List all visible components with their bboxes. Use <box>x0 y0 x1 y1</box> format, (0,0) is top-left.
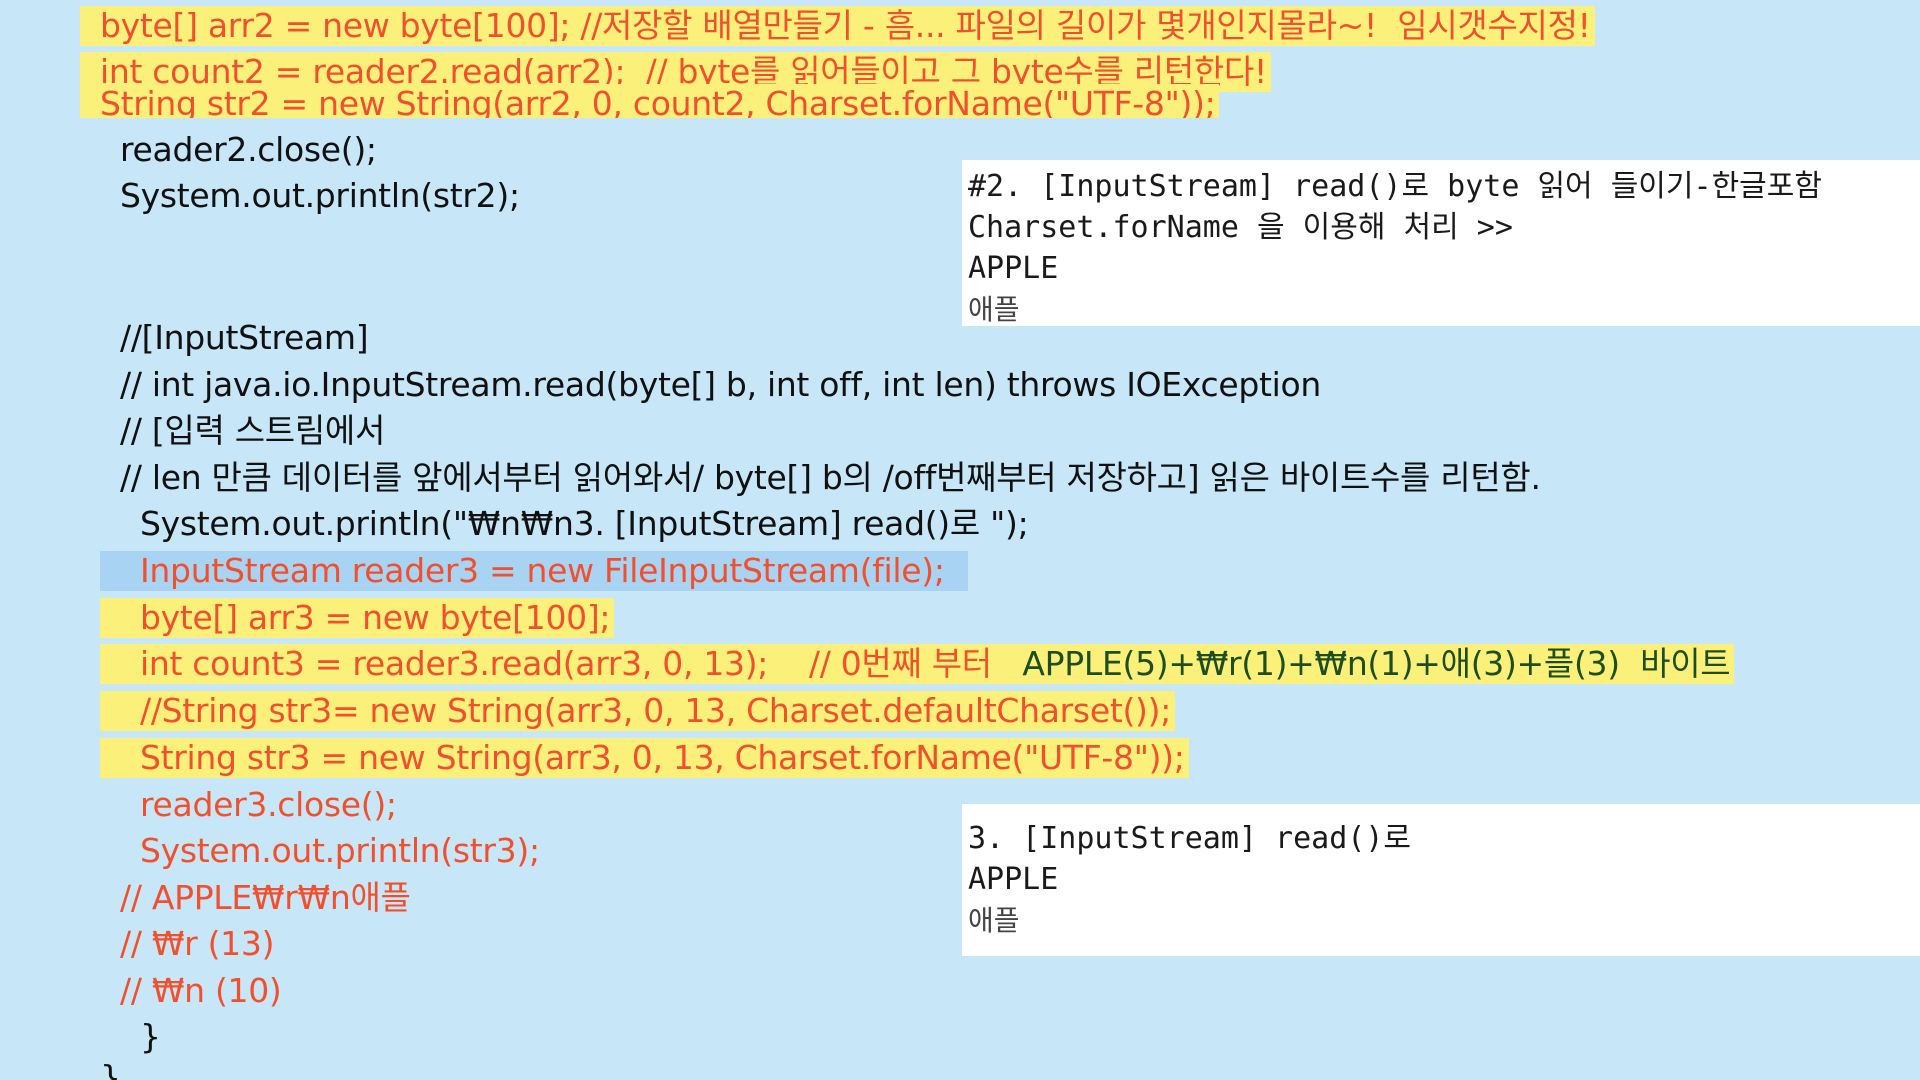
console-2-line-3: 애플 <box>968 904 1020 937</box>
code-line-16: reader3.close(); <box>140 785 397 824</box>
code-line-15: String str3 = new String(arr3, 0, 13, Ch… <box>100 738 1189 778</box>
console-1-line-4: 애플 <box>968 293 1020 326</box>
code-line-5: System.out.println(str2); <box>120 176 520 215</box>
code-line-1: byte[] arr2 = new byte[100]; //저장할 배열만들기… <box>80 6 1595 46</box>
code-line-10: System.out.println("₩n₩n3. [InputStream]… <box>140 504 1029 543</box>
code-line-17: System.out.println(str3); <box>140 831 540 870</box>
console-output-2: 3. [InputStream] read()로 APPLE 애플 <box>962 804 1920 956</box>
code-line-21: } <box>140 1017 161 1056</box>
code-line-20: // ₩n (10) <box>120 971 282 1010</box>
code-line-18: // APPLE₩r₩n애플 <box>120 878 411 917</box>
code-line-12: byte[] arr3 = new byte[100]; <box>100 598 615 638</box>
code-line-13-code: int count3 = reader3.read(arr3, 0, 13); … <box>140 644 1023 683</box>
console-2-line-2: APPLE <box>968 862 1059 897</box>
code-line-9: // len 만큼 데이터를 앞에서부터 읽어와서/ byte[] b의 /of… <box>120 458 1541 497</box>
console-1-line-1: #2. [InputStream] read()로 byte 읽어 들이기-한글… <box>968 169 1822 204</box>
console-1-line-2: Charset.forName 을 이용해 처리 >> <box>968 210 1513 245</box>
code-line-14: //String str3= new String(arr3, 0, 13, C… <box>100 691 1176 731</box>
code-line-6: //[InputStream] <box>120 318 369 357</box>
code-line-11: InputStream reader3 = new FileInputStrea… <box>100 551 968 591</box>
console-1-line-3: APPLE <box>968 251 1059 286</box>
console-output-1: #2. [InputStream] read()로 byte 읽어 들이기-한글… <box>962 160 1920 326</box>
code-line-13-note: APPLE(5)+₩r(1)+₩n(1)+애(3)+플(3) 바이트 <box>1022 644 1731 683</box>
console-2-line-1: 3. [InputStream] read()로 <box>968 821 1412 856</box>
code-line-4: reader2.close(); <box>120 130 377 169</box>
code-line-7: // int java.io.InputStream.read(byte[] b… <box>120 365 1322 404</box>
code-line-22: } <box>100 1058 121 1080</box>
code-line-19: // ₩r (13) <box>120 924 275 963</box>
code-line-13: int count3 = reader3.read(arr3, 0, 13); … <box>100 644 1735 684</box>
code-line-8: // [입력 스트림에서 <box>120 411 386 450</box>
code-line-3: String str2 = new String(arr2, 0, count2… <box>80 84 1220 118</box>
